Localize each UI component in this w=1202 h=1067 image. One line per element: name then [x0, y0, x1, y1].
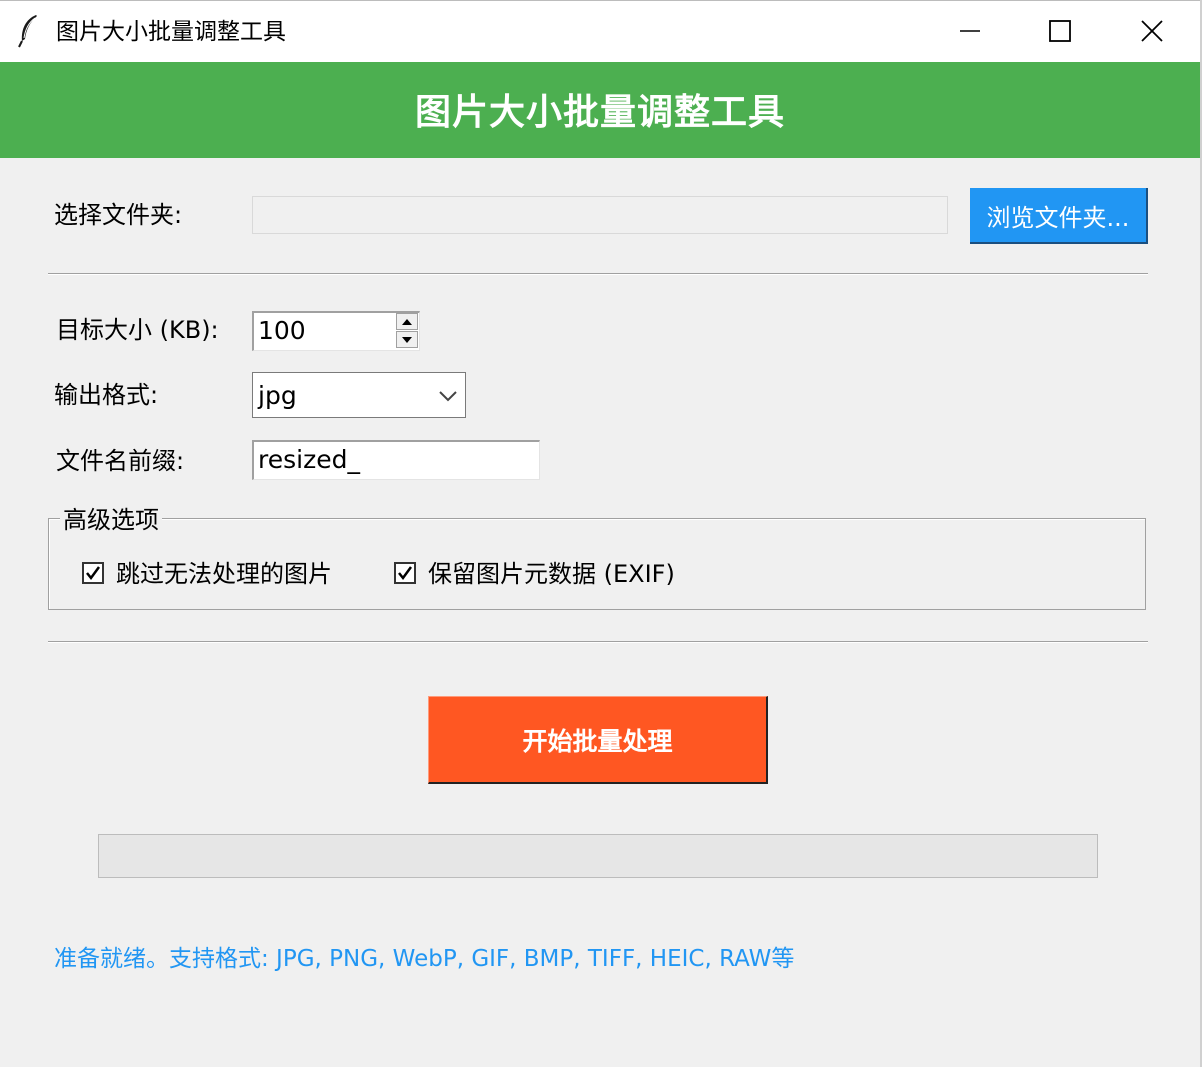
status-text: 准备就绪。支持格式: JPG, PNG, WebP, GIF, BMP, TIF…: [54, 946, 795, 972]
spin-up-button[interactable]: [396, 313, 418, 330]
output-format-label: 输出格式:: [54, 381, 159, 409]
advanced-options-title: 高级选项: [60, 505, 162, 535]
spin-down-button[interactable]: [396, 331, 418, 348]
output-format-value: jpg: [258, 381, 297, 410]
skip-unprocessable-checkbox[interactable]: [82, 562, 104, 584]
target-size-input[interactable]: 100: [252, 311, 420, 351]
target-size-label: 目标大小 (KB):: [56, 316, 219, 344]
minimize-button[interactable]: [924, 1, 1016, 61]
browse-folder-button[interactable]: 浏览文件夹...: [970, 188, 1148, 244]
start-batch-button[interactable]: 开始批量处理: [428, 696, 768, 784]
title-bar: 图片大小批量调整工具: [0, 0, 1200, 62]
skip-unprocessable-label[interactable]: 跳过无法处理的图片: [116, 559, 332, 589]
close-button[interactable]: [1106, 1, 1198, 61]
maximize-button[interactable]: [1014, 1, 1106, 61]
feather-icon: [16, 13, 42, 49]
arrow-down-icon: [402, 336, 412, 343]
minimize-icon: [960, 30, 980, 32]
chevron-down-icon: [439, 387, 457, 406]
checkmark-icon: [86, 566, 101, 581]
prefix-label: 文件名前缀:: [56, 447, 185, 475]
folder-label: 选择文件夹:: [54, 201, 183, 229]
separator: [48, 273, 1148, 275]
checkmark-icon: [398, 566, 413, 581]
prefix-input[interactable]: resized_: [252, 440, 540, 480]
folder-path-field[interactable]: [252, 196, 948, 234]
keep-exif-checkbox[interactable]: [394, 562, 416, 584]
close-icon: [1141, 20, 1163, 42]
output-format-select[interactable]: jpg: [252, 372, 466, 418]
progress-bar: [98, 834, 1098, 878]
page-title: 图片大小批量调整工具: [414, 92, 785, 133]
app-window: 图片大小批量调整工具 图片大小批量调整工具 选择文件夹: 浏览文件夹... 目标…: [0, 0, 1202, 1067]
header-banner: 图片大小批量调整工具: [0, 62, 1200, 158]
arrow-up-icon: [402, 318, 412, 325]
separator: [48, 641, 1148, 643]
keep-exif-label[interactable]: 保留图片元数据 (EXIF): [428, 559, 675, 589]
window-title: 图片大小批量调整工具: [56, 19, 286, 45]
maximize-icon: [1049, 20, 1071, 42]
target-size-stepper: [396, 312, 420, 350]
